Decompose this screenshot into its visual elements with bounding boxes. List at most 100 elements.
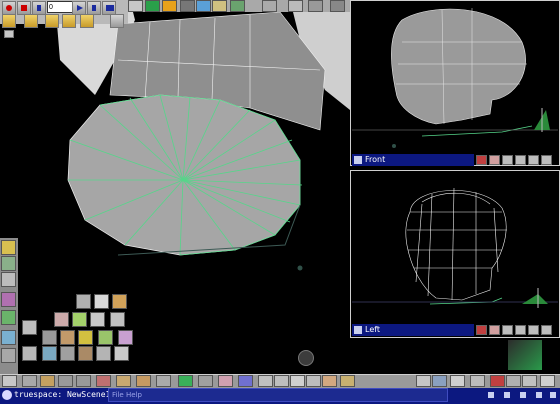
front-close-icon[interactable] bbox=[476, 155, 487, 165]
view-icon[interactable] bbox=[470, 375, 485, 387]
library-torus-icon[interactable] bbox=[118, 330, 133, 345]
light-widget-icon[interactable] bbox=[508, 340, 542, 370]
grid-icon[interactable] bbox=[1, 256, 16, 271]
face-icon[interactable] bbox=[322, 375, 337, 387]
library-rock-icon[interactable] bbox=[76, 294, 91, 309]
tools-icon[interactable] bbox=[110, 14, 124, 28]
sun-icon[interactable] bbox=[1, 240, 16, 255]
left-eye-icon[interactable] bbox=[528, 325, 539, 335]
wave-icon[interactable] bbox=[258, 375, 273, 387]
object-icon[interactable] bbox=[450, 375, 465, 387]
left-viewport-title: Left bbox=[365, 325, 381, 334]
select-icon[interactable] bbox=[416, 375, 431, 387]
play-icon[interactable] bbox=[72, 1, 86, 15]
step-back-icon[interactable] bbox=[32, 1, 46, 15]
mesh-bottom-cap bbox=[67, 94, 301, 256]
library-spring-icon[interactable] bbox=[22, 320, 37, 335]
front-viewport-titlebar[interactable]: Front bbox=[352, 154, 474, 166]
library-planet-icon[interactable] bbox=[112, 294, 127, 309]
front-camera-icon[interactable] bbox=[489, 155, 500, 165]
image-icon[interactable] bbox=[1, 330, 16, 345]
front-view-icon[interactable] bbox=[502, 155, 513, 165]
checker-icon[interactable] bbox=[238, 375, 253, 387]
left-view-icon[interactable] bbox=[502, 325, 513, 335]
library-dome-icon[interactable] bbox=[96, 346, 111, 361]
library-bolt-icon[interactable] bbox=[78, 330, 93, 345]
paint-tool-icon[interactable] bbox=[196, 0, 211, 12]
left-camera-icon[interactable] bbox=[489, 325, 500, 335]
texture-tool-icon[interactable] bbox=[330, 0, 345, 12]
zoom-icon[interactable] bbox=[540, 375, 555, 387]
library-leaf-icon[interactable] bbox=[72, 312, 87, 327]
step-forward-icon[interactable] bbox=[87, 1, 101, 15]
rewind-icon[interactable] bbox=[17, 1, 31, 15]
figure-icon[interactable] bbox=[340, 375, 355, 387]
metal-icon[interactable] bbox=[76, 375, 91, 387]
menu-help[interactable]: Help bbox=[126, 390, 142, 400]
leaf-material-icon[interactable] bbox=[178, 375, 193, 387]
library-sphere-icon[interactable] bbox=[54, 312, 69, 327]
left-hand-icon[interactable] bbox=[515, 325, 526, 335]
brush-icon[interactable] bbox=[58, 375, 73, 387]
palette-icon[interactable] bbox=[116, 375, 131, 387]
front-eye-icon[interactable] bbox=[528, 155, 539, 165]
library-brick-icon[interactable] bbox=[78, 346, 93, 361]
gear-icon[interactable] bbox=[96, 375, 111, 387]
front-zoom-icon[interactable] bbox=[541, 155, 552, 165]
small-toolbar-icon[interactable] bbox=[4, 30, 14, 38]
ellipse-material-icon[interactable] bbox=[218, 375, 233, 387]
object-tool-icon[interactable] bbox=[128, 0, 143, 12]
library-ball-icon[interactable] bbox=[114, 346, 129, 361]
film-icon[interactable] bbox=[62, 14, 76, 28]
ellipse-icon[interactable] bbox=[1, 310, 16, 325]
move-tool-icon[interactable] bbox=[145, 0, 160, 12]
grid-material-icon[interactable] bbox=[136, 375, 151, 387]
camera-icon[interactable] bbox=[80, 14, 94, 28]
ball-material-icon[interactable] bbox=[40, 375, 55, 387]
left-viewport-titlebar[interactable]: Left bbox=[352, 324, 474, 336]
cube-tool-icon[interactable] bbox=[308, 0, 323, 12]
library-cylinder-icon[interactable] bbox=[42, 346, 57, 361]
link-icon[interactable] bbox=[522, 375, 537, 387]
frame-icon[interactable] bbox=[306, 375, 321, 387]
fast-forward-icon[interactable] bbox=[102, 1, 116, 15]
library-cone-icon[interactable] bbox=[98, 330, 113, 345]
keyframe-alt-icon[interactable] bbox=[45, 14, 59, 28]
paint-bucket-icon[interactable] bbox=[198, 375, 213, 387]
menu-file[interactable]: File bbox=[112, 390, 124, 400]
library-cube-icon[interactable] bbox=[94, 294, 109, 309]
render-icon[interactable] bbox=[24, 14, 38, 28]
navigation-globe-icon[interactable] bbox=[298, 350, 314, 366]
layers-icon[interactable] bbox=[1, 348, 16, 363]
light-tool-icon[interactable] bbox=[212, 0, 227, 12]
front-hand-icon[interactable] bbox=[515, 155, 526, 165]
plane-tool-icon[interactable] bbox=[288, 0, 303, 12]
frame-field[interactable] bbox=[47, 1, 73, 13]
spiral-icon[interactable] bbox=[274, 375, 289, 387]
library-box-icon[interactable] bbox=[42, 330, 57, 345]
sphere-material-icon[interactable] bbox=[22, 375, 37, 387]
record-icon[interactable] bbox=[2, 1, 16, 15]
keyframe-icon[interactable] bbox=[2, 14, 16, 28]
left-head-wireframe bbox=[352, 187, 558, 308]
camera-small-icon[interactable] bbox=[506, 375, 521, 387]
gradient-icon[interactable] bbox=[1, 292, 16, 307]
cone-material-icon[interactable] bbox=[156, 375, 171, 387]
sphere-tool-icon[interactable] bbox=[262, 0, 277, 12]
wand-tool-icon[interactable] bbox=[230, 0, 245, 12]
left-close-icon[interactable] bbox=[476, 325, 487, 335]
left-zoom-icon[interactable] bbox=[541, 325, 552, 335]
pencil-icon[interactable] bbox=[290, 375, 305, 387]
library-shape-icon[interactable] bbox=[90, 312, 105, 327]
left-viewport-icon bbox=[354, 326, 362, 334]
library-knot-icon[interactable] bbox=[110, 312, 125, 327]
mirror-icon[interactable] bbox=[1, 272, 16, 287]
library-cube2-icon[interactable] bbox=[22, 346, 37, 361]
arrow-tool-icon[interactable] bbox=[2, 375, 17, 387]
record-small-icon[interactable] bbox=[490, 375, 505, 387]
scale-tool-icon[interactable] bbox=[180, 0, 195, 12]
move-icon[interactable] bbox=[432, 375, 447, 387]
rotate-tool-icon[interactable] bbox=[162, 0, 177, 12]
library-pyramid-icon[interactable] bbox=[60, 330, 75, 345]
library-tube-icon[interactable] bbox=[60, 346, 75, 361]
